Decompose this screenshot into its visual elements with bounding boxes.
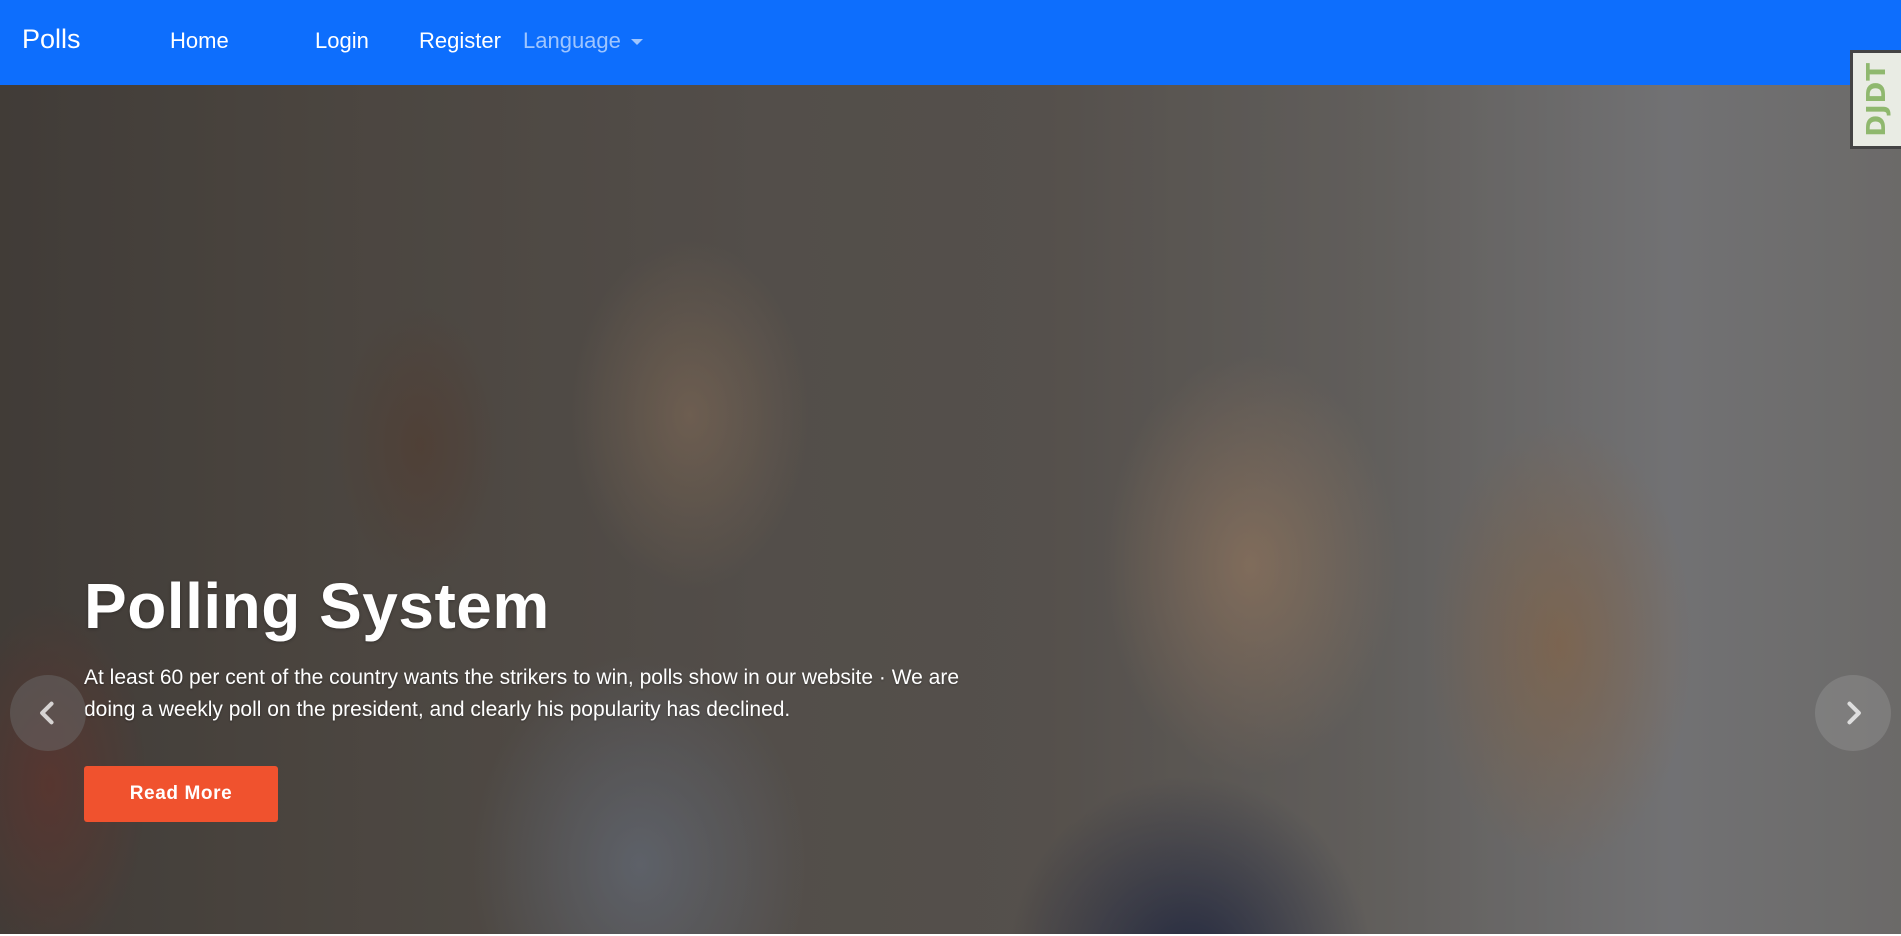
hero-carousel: Polling System At least 60 per cent of t…: [0, 85, 1901, 934]
chevron-right-icon: [1847, 701, 1861, 725]
chevron-left-icon: [40, 701, 54, 725]
hero-title: Polling System: [84, 570, 550, 642]
carousel-caption: Polling System At least 60 per cent of t…: [84, 570, 964, 822]
read-more-button[interactable]: Read More: [84, 766, 278, 822]
language-dropdown[interactable]: Language: [523, 28, 643, 54]
caret-down-icon: [630, 39, 643, 45]
debug-toolbar-handle[interactable]: DJDT: [1850, 50, 1901, 149]
debug-toolbar-label: DJDT: [1862, 62, 1892, 137]
hero-description: At least 60 per cent of the country want…: [84, 666, 960, 721]
nav-register-link[interactable]: Register: [419, 28, 501, 54]
brand-link[interactable]: Polls: [22, 24, 81, 55]
carousel-next-button[interactable]: [1815, 675, 1891, 751]
nav-login-link[interactable]: Login: [315, 28, 369, 54]
nav-home-link[interactable]: Home: [170, 28, 229, 54]
top-navbar: Polls Home Login Register Language: [0, 0, 1901, 85]
language-dropdown-label: Language: [523, 28, 621, 53]
carousel-prev-button[interactable]: [10, 675, 86, 751]
